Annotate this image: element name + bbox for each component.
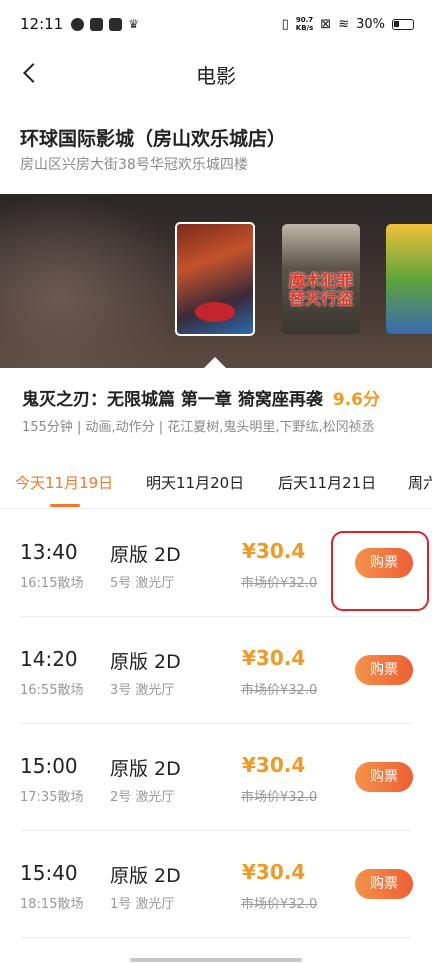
buy-ticket-button[interactable]: 购票: [355, 655, 413, 685]
movie-title: 鬼灭之刃：无限城篇 第一章 猗窝座再袭: [22, 390, 323, 410]
end-time: 17:35散场: [20, 790, 84, 805]
net-speed: 90.7 KB/s: [296, 16, 313, 32]
poster-2-title: 魔术犯罪 替天行盗: [288, 271, 353, 308]
start-time: 15:40: [20, 861, 78, 885]
highlight-box: [331, 531, 429, 611]
market-price: 市场价¥32.0: [241, 790, 318, 805]
price: ¥30.4: [242, 539, 306, 563]
version: 原版 2D: [110, 865, 181, 887]
poster-carousel[interactable]: 魔术犯罪 替天行盗: [0, 194, 432, 368]
market-price: 市场价¥32.0: [241, 897, 318, 912]
version: 原版 2D: [110, 758, 181, 780]
hall: 5号 激光厅: [110, 576, 175, 591]
end-time: 16:15散场: [20, 576, 84, 591]
buy-ticket-button[interactable]: 购票: [355, 869, 413, 899]
no-sim-icon: ⊠: [320, 16, 332, 32]
page-title: 电影: [196, 64, 236, 88]
status-bar: 12:11 ♛ ▯ 90.7 KB/s ⊠ ≋ 30%: [0, 0, 432, 48]
start-time: 14:20: [20, 647, 78, 671]
movie-info[interactable]: 鬼灭之刃：无限城篇 第一章 猗窝座再袭 9.6分: [22, 385, 380, 410]
price: ¥30.4: [242, 646, 306, 670]
check-circle-icon: [71, 17, 85, 31]
tab-today[interactable]: 今天11月19日: [15, 472, 113, 493]
movie-score: 9.6分: [332, 390, 380, 410]
cinema-name[interactable]: 环球国际影城（房山欢乐城店）: [20, 124, 286, 151]
row-divider: [20, 937, 412, 938]
poster-logo: [195, 302, 235, 322]
tab-tomorrow[interactable]: 明天11月20日: [146, 472, 244, 493]
vibrate-icon: ▯: [281, 16, 289, 32]
divider: [0, 508, 432, 509]
buy-ticket-button[interactable]: 购票: [355, 762, 413, 792]
version: 原版 2D: [110, 651, 181, 673]
selected-pointer: [204, 357, 226, 368]
home-indicator[interactable]: [130, 958, 302, 962]
version: 原版 2D: [110, 544, 181, 566]
status-time: 12:11: [20, 15, 64, 33]
movie-meta: 155分钟 | 动画,动作分 | 花江夏树,鬼头明里,下野纮,松冈祯丞: [22, 420, 375, 435]
wifi-icon: ≋: [338, 16, 350, 32]
net-speed-value: 90.7: [295, 16, 314, 24]
showtime-row[interactable]: 15:00 17:35散场 原版 2D 2号 激光厅 ¥30.4 市场价¥32.…: [0, 724, 432, 831]
end-time: 16:55散场: [20, 683, 84, 698]
battery-icon: [392, 18, 414, 30]
poster-2[interactable]: 魔术犯罪 替天行盗: [282, 224, 360, 334]
end-time: 18:15散场: [20, 897, 84, 912]
hall: 2号 激光厅: [110, 790, 175, 805]
nav-bar: 电影: [0, 48, 432, 100]
market-price: 市场价¥32.0: [241, 683, 318, 698]
hall: 3号 激光厅: [110, 683, 175, 698]
price: ¥30.4: [242, 753, 306, 777]
poster-3[interactable]: [386, 224, 432, 334]
showtime-row[interactable]: 14:20 16:55散场 原版 2D 3号 激光厅 ¥30.4 市场价¥32.…: [0, 617, 432, 724]
crown-icon: ♛: [128, 17, 139, 31]
poster-selected[interactable]: [175, 222, 255, 336]
tab-day-after[interactable]: 后天11月21日: [278, 472, 376, 493]
start-time: 15:00: [20, 754, 78, 778]
showtime-row[interactable]: 15:40 18:15散场 原版 2D 1号 激光厅 ¥30.4 市场价¥32.…: [0, 831, 432, 938]
price: ¥30.4: [242, 860, 306, 884]
battery-percent: 30%: [356, 16, 385, 32]
app-icon: [109, 17, 123, 31]
active-tab-indicator: [50, 504, 80, 507]
tab-saturday[interactable]: 周六: [408, 472, 432, 493]
play-app-icon: [90, 17, 104, 31]
date-tabs: 今天11月19日 明天11月20日 后天11月21日 周六: [0, 448, 432, 510]
market-price: 市场价¥32.0: [241, 576, 318, 591]
cinema-address: 房山区兴房大街38号华冠欢乐城四楼: [20, 157, 248, 173]
start-time: 13:40: [20, 540, 78, 564]
net-speed-unit: KB/s: [295, 24, 314, 32]
hall: 1号 激光厅: [110, 897, 175, 912]
